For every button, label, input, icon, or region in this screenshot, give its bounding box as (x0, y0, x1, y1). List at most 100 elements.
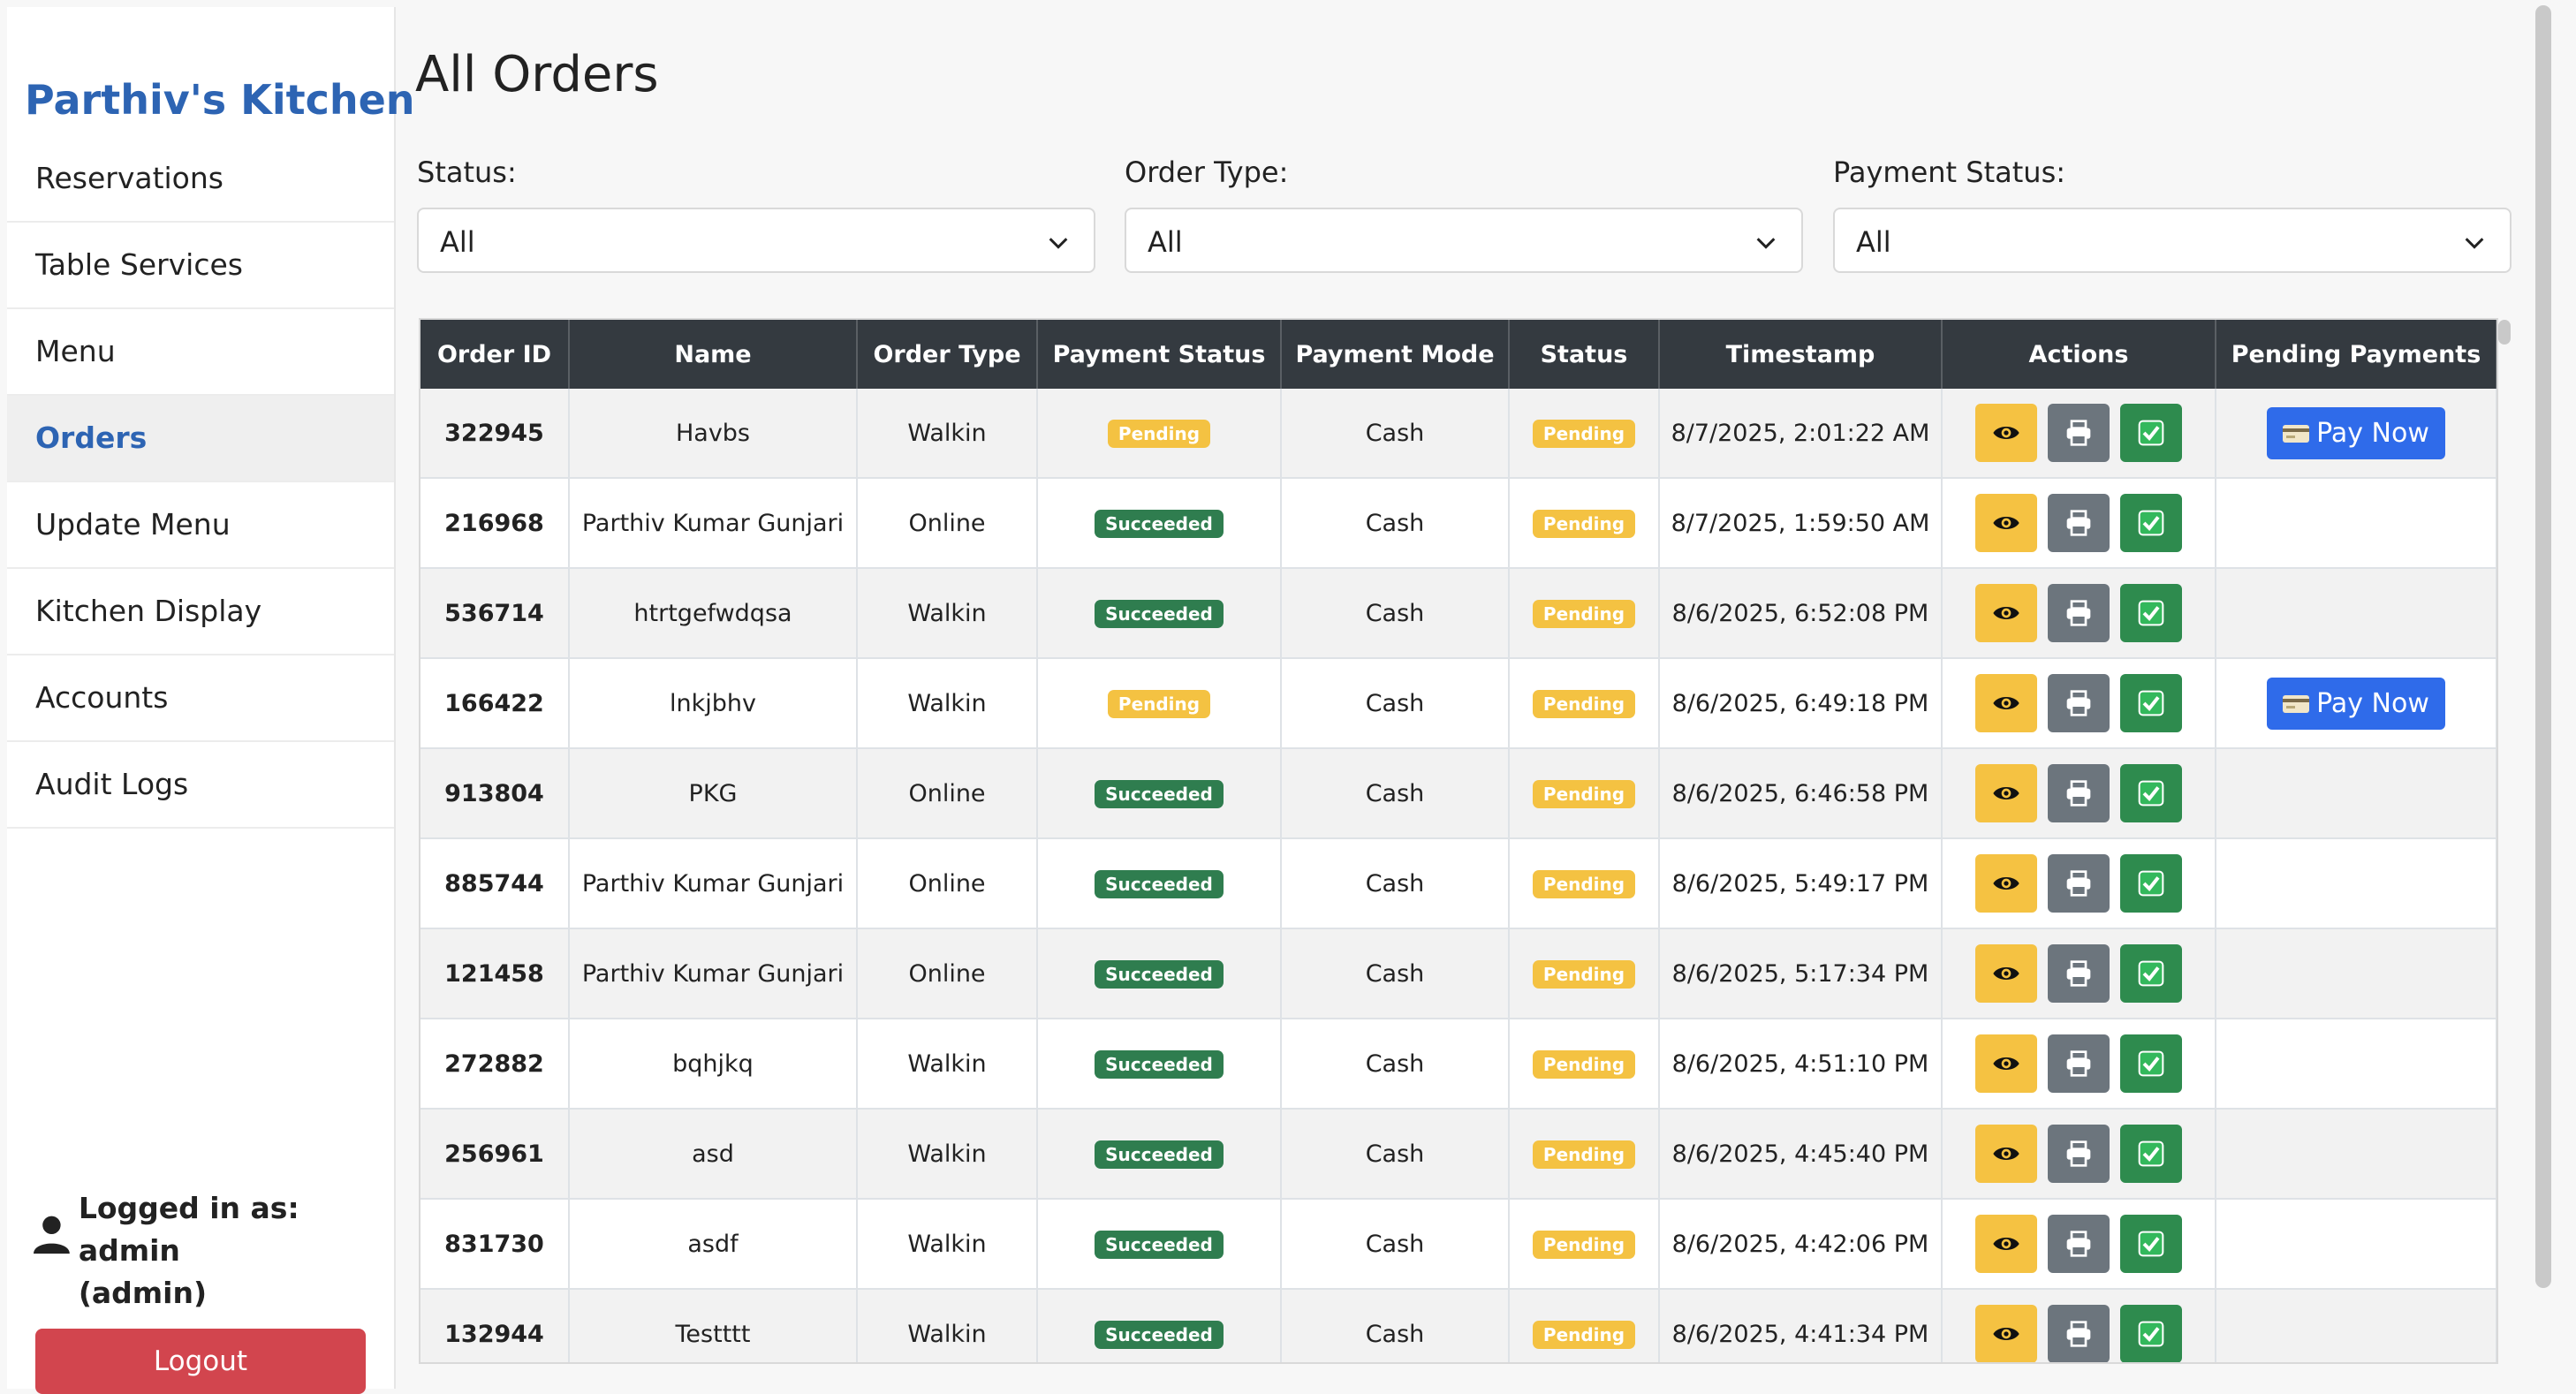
print-order-button[interactable] (2048, 944, 2110, 1003)
order-type-cell: Walkin (857, 568, 1038, 659)
print-order-button[interactable] (2048, 1215, 2110, 1273)
table-row: 272882 bqhjkq Walkin Succeeded Cash Pending 8/… (420, 1019, 2496, 1110)
pay-now-button[interactable]: Pay Now (2267, 677, 2445, 730)
payment-status-badge: Succeeded (1095, 869, 1224, 898)
credit-card-icon (2283, 425, 2310, 443)
table-row: 216968 Parthiv Kumar Gunjari Online Succeed… (420, 478, 2496, 569)
header-timestamp: Timestamp (1659, 320, 1943, 389)
payment-status-badge: Succeeded (1095, 1140, 1224, 1169)
complete-order-button[interactable] (2120, 404, 2182, 462)
view-order-button[interactable] (1975, 494, 2037, 552)
payment-status-cell: Succeeded (1037, 568, 1282, 659)
view-order-button[interactable] (1975, 1305, 2037, 1362)
complete-order-button[interactable] (2120, 674, 2182, 732)
order-id-cell: 322945 (420, 389, 570, 479)
chevron-down-icon (2465, 238, 2484, 249)
complete-order-button[interactable] (2120, 1215, 2182, 1273)
payment-status-badge: Succeeded (1095, 959, 1224, 989)
actions-cell (1942, 389, 2216, 479)
complete-order-button[interactable] (2120, 1305, 2182, 1362)
table-header-row: Order ID Name Order Type Payment Status … (420, 320, 2496, 389)
status-badge: Pending (1532, 1230, 1636, 1259)
view-order-button[interactable] (1975, 404, 2037, 462)
sidebar: Parthiv's Kitchen Reservations Table Ser… (7, 7, 415, 1394)
table-row: 322945 Havbs Walkin Pending Cash Pending 8/7/2… (420, 389, 2496, 479)
status-badge: Pending (1532, 1320, 1636, 1349)
status-cell: Pending (1509, 478, 1660, 569)
print-order-button[interactable] (2048, 494, 2110, 552)
name-cell: htrtgefwdqsa (569, 568, 858, 659)
view-order-button[interactable] (1975, 1215, 2037, 1273)
print-order-button[interactable] (2048, 404, 2110, 462)
name-cell: asd (569, 1109, 858, 1200)
print-order-button[interactable] (2048, 584, 2110, 642)
name-cell: PKG (569, 748, 858, 839)
order-type-cell: Walkin (857, 1109, 1038, 1200)
header-payment-status: Payment Status (1037, 320, 1282, 389)
sidebar-item-reservations[interactable]: Reservations (7, 136, 394, 223)
header-order-id: Order ID (420, 320, 570, 389)
print-order-button[interactable] (2048, 854, 2110, 913)
actions-cell (1942, 1019, 2216, 1110)
name-cell: Testttt (569, 1289, 858, 1362)
complete-order-button[interactable] (2120, 944, 2182, 1003)
timestamp-cell: 8/6/2025, 6:52:08 PM (1659, 568, 1943, 659)
table-row: 166422 lnkjbhv Walkin Pending Cash Pending 8/6… (420, 658, 2496, 749)
complete-order-button[interactable] (2120, 494, 2182, 552)
print-order-button[interactable] (2048, 1125, 2110, 1183)
complete-order-button[interactable] (2120, 1034, 2182, 1093)
payment-status-badge: Pending (1107, 689, 1211, 718)
complete-order-button[interactable] (2120, 1125, 2182, 1183)
order-id-cell: 121458 (420, 928, 570, 1019)
status-filter-select[interactable]: All (417, 208, 1095, 273)
print-order-button[interactable] (2048, 674, 2110, 732)
complete-order-button[interactable] (2120, 854, 2182, 913)
view-order-button[interactable] (1975, 944, 2037, 1003)
status-cell: Pending (1509, 1019, 1660, 1110)
payment-mode-cell: Cash (1281, 478, 1510, 569)
order-type-filter-label: Order Type: (1125, 155, 1289, 189)
payment-status-badge: Pending (1107, 419, 1211, 448)
print-order-button[interactable] (2048, 1305, 2110, 1362)
view-order-button[interactable] (1975, 764, 2037, 822)
status-filter-label: Status: (417, 155, 517, 189)
status-badge: Pending (1532, 689, 1636, 718)
logout-button[interactable]: Logout (35, 1329, 366, 1394)
status-cell: Pending (1509, 1109, 1660, 1200)
sidebar-item-menu[interactable]: Menu (7, 309, 394, 396)
complete-order-button[interactable] (2120, 584, 2182, 642)
pending-payments-cell (2216, 568, 2496, 659)
page-scrollbar[interactable] (2535, 5, 2551, 1288)
order-type-filter-select[interactable]: All (1125, 208, 1803, 273)
status-filter-value: All (440, 225, 475, 259)
order-type-cell: Online (857, 748, 1038, 839)
pay-now-button[interactable]: Pay Now (2267, 406, 2445, 459)
name-cell: Parthiv Kumar Gunjari (569, 838, 858, 929)
status-cell: Pending (1509, 568, 1660, 659)
actions-cell (1942, 838, 2216, 929)
actions-cell (1942, 1199, 2216, 1290)
table-row: 536714 htrtgefwdqsa Walkin Succeeded Cash Pen… (420, 568, 2496, 659)
view-order-button[interactable] (1975, 854, 2037, 913)
view-order-button[interactable] (1975, 584, 2037, 642)
view-order-button[interactable] (1975, 1034, 2037, 1093)
timestamp-cell: 8/6/2025, 4:42:06 PM (1659, 1199, 1943, 1290)
sidebar-item-accounts[interactable]: Accounts (7, 655, 394, 742)
sidebar-item-table-services[interactable]: Table Services (7, 223, 394, 309)
print-order-button[interactable] (2048, 1034, 2110, 1093)
view-order-button[interactable] (1975, 674, 2037, 732)
sidebar-item-orders[interactable]: Orders (7, 396, 394, 482)
print-order-button[interactable] (2048, 764, 2110, 822)
payment-status-filter-value: All (1856, 225, 1891, 259)
payment-status-filter-select[interactable]: All (1833, 208, 2512, 273)
sidebar-item-update-menu[interactable]: Update Menu (7, 482, 394, 569)
view-order-button[interactable] (1975, 1125, 2037, 1183)
status-cell: Pending (1509, 658, 1660, 749)
complete-order-button[interactable] (2120, 764, 2182, 822)
table-scrollbar[interactable] (2498, 320, 2511, 345)
sidebar-item-audit-logs[interactable]: Audit Logs (7, 742, 394, 829)
order-id-cell: 272882 (420, 1019, 570, 1110)
sidebar-item-kitchen-display[interactable]: Kitchen Display (7, 569, 394, 655)
order-id-cell: 885744 (420, 838, 570, 929)
timestamp-cell: 8/6/2025, 5:49:17 PM (1659, 838, 1943, 929)
